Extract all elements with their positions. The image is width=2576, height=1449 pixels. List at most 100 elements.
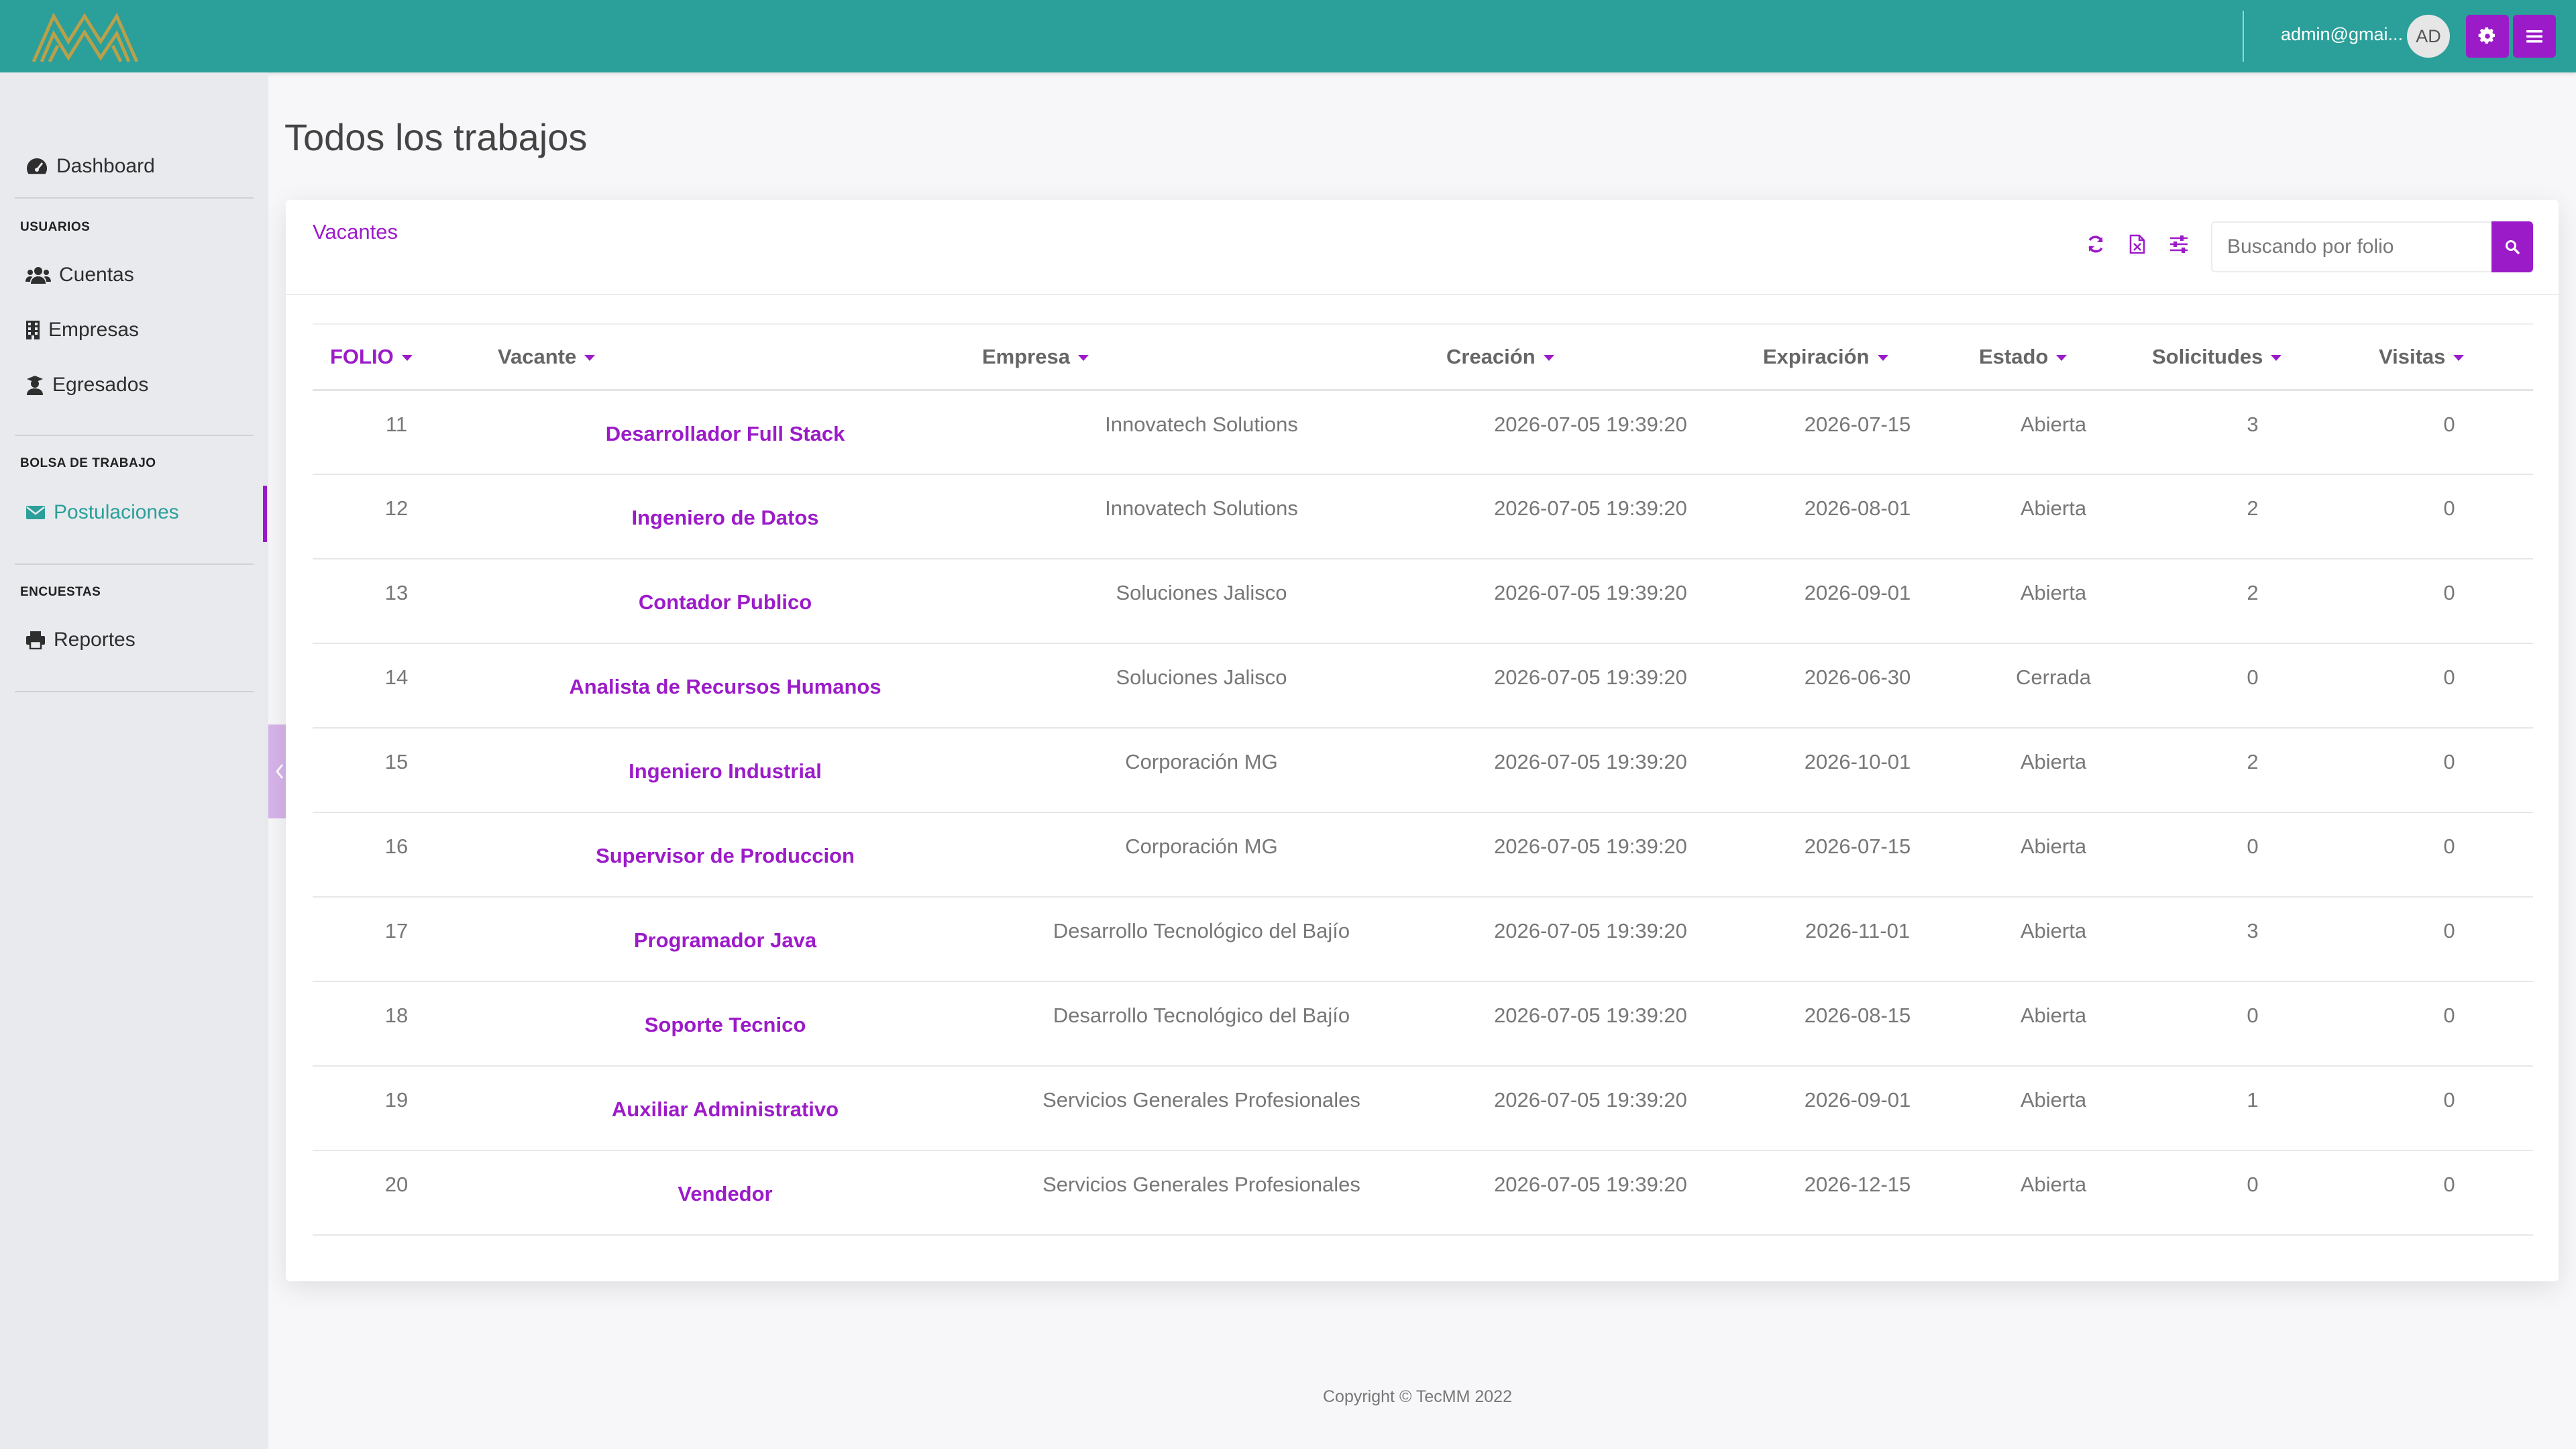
table-row: 20 Vendedor Servicios Generales Profesio… [313,1150,2533,1236]
cell-folio: 18 [313,981,480,1067]
sidebar-divider [15,197,254,199]
col-header-folio[interactable]: FOLIO [313,323,480,391]
cell-empresa: Desarrollo Tecnológico del Bajío [970,981,1433,1067]
vacante-link[interactable]: Supervisor de Produccion [480,835,970,868]
vacante-link[interactable]: Programador Java [480,919,970,953]
cell-creacion: 2026-07-05 19:39:20 [1433,1066,1748,1151]
vacante-link[interactable]: Vendedor [480,1173,970,1206]
vacante-link[interactable]: Analista de Recursos Humanos [480,665,970,699]
filter-sliders-icon [2170,235,2188,253]
cell-visitas: 0 [2365,812,2533,898]
cell-visitas: 0 [2365,1150,2533,1236]
cell-creacion: 2026-07-05 19:39:20 [1433,812,1748,898]
export-button[interactable] [2124,231,2151,258]
cell-expiracion: 2026-09-01 [1748,559,1967,644]
sidebar-item-cuentas[interactable]: Cuentas [25,255,134,295]
page-title: Todos los trabajos [284,116,588,158]
table-header-row: FOLIO Vacante Empresa Creación Expiració… [313,323,2533,391]
cell-visitas: 0 [2365,1066,2533,1151]
graduate-icon [27,376,43,395]
caret-down-icon [2271,355,2282,362]
cell-solicitudes: 0 [2140,1150,2365,1236]
user-name[interactable]: admin@gmai... [2281,24,2403,45]
caret-down-icon [2453,355,2465,362]
vacante-link[interactable]: Auxiliar Administrativo [480,1088,970,1122]
col-header-creacion[interactable]: Creación [1433,323,1748,391]
settings-button[interactable] [2466,15,2509,58]
cell-empresa: Soluciones Jalisco [970,643,1433,729]
col-header-estado[interactable]: Estado [1967,323,2140,391]
filter-button[interactable] [2165,231,2192,258]
sidebar-item-postulaciones[interactable]: Postulaciones [25,492,179,533]
sidebar-item-label: Cuentas [59,264,134,286]
sidebar-item-label: Empresas [48,319,140,341]
cell-solicitudes: 3 [2140,897,2365,982]
cell-folio: 15 [313,728,480,813]
cell-empresa: Corporación MG [970,728,1433,813]
vacante-link[interactable]: Contador Publico [480,581,970,614]
logo-icon[interactable] [31,8,140,64]
cell-creacion: 2026-07-05 19:39:20 [1433,390,1748,475]
cell-creacion: 2026-07-05 19:39:20 [1433,1150,1748,1236]
hamburger-icon [2526,30,2542,43]
cell-solicitudes: 0 [2140,643,2365,729]
caret-down-icon [1877,355,1888,362]
sidebar-item-reportes[interactable]: Reportes [25,620,136,660]
cell-expiracion: 2026-07-15 [1748,390,1967,475]
col-header-empresa[interactable]: Empresa [970,323,1433,391]
cell-folio: 12 [313,474,480,559]
menu-button[interactable] [2513,15,2556,58]
table-row: 16 Supervisor de Produccion Corporación … [313,812,2533,898]
gear-icon [2478,27,2496,44]
sidebar: Dashboard USUARIOS Cuentas Empresas Egre… [0,72,268,1449]
cell-visitas: 0 [2365,981,2533,1067]
sidebar-item-empresas[interactable]: Empresas [25,310,139,350]
card-header: Vacantes [286,200,2559,295]
table-row: 15 Ingeniero Industrial Corporación MG 2… [313,728,2533,813]
vacantes-card: Vacantes Buscando por folio FOLIO Vacant… [286,200,2559,1281]
table-row: 19 Auxiliar Administrativo Servicios Gen… [313,1066,2533,1151]
vacante-link[interactable]: Soporte Tecnico [480,1004,970,1037]
cell-estado: Abierta [1967,812,2140,898]
cell-expiracion: 2026-09-01 [1748,1066,1967,1151]
cell-folio: 19 [313,1066,480,1151]
sidebar-item-label: Dashboard [56,155,155,177]
cell-expiracion: 2026-12-15 [1748,1150,1967,1236]
vacante-link[interactable]: Desarrollador Full Stack [480,413,970,446]
cell-expiracion: 2026-06-30 [1748,643,1967,729]
cell-expiracion: 2026-11-01 [1748,897,1967,982]
search-button[interactable] [2491,221,2533,272]
table-body: 11 Desarrollador Full Stack Innovatech S… [313,390,2533,1236]
cell-folio: 11 [313,390,480,475]
cell-solicitudes: 2 [2140,559,2365,644]
col-header-visitas[interactable]: Visitas [2365,323,2533,391]
refresh-icon [2088,235,2103,253]
search-input[interactable] [2211,221,2509,272]
cell-folio: 14 [313,643,480,729]
cell-creacion: 2026-07-05 19:39:20 [1433,897,1748,982]
export-file-icon [2129,234,2145,254]
refresh-button[interactable] [2082,231,2109,258]
users-icon [25,267,51,284]
cell-creacion: 2026-07-05 19:39:20 [1433,728,1748,813]
col-header-vacante[interactable]: Vacante [480,323,970,391]
avatar[interactable]: AD [2407,15,2450,58]
caret-down-icon [401,355,413,362]
vacante-link[interactable]: Ingeniero Industrial [480,750,970,784]
cell-solicitudes: 2 [2140,474,2365,559]
col-header-expiracion[interactable]: Expiración [1748,323,1967,391]
cell-solicitudes: 0 [2140,981,2365,1067]
footer-copyright: Copyright © TecMM 2022 [1323,1387,1512,1406]
sidebar-divider [15,691,254,692]
cell-empresa: Corporación MG [970,812,1433,898]
vacantes-table: FOLIO Vacante Empresa Creación Expiració… [313,323,2533,1236]
cell-estado: Abierta [1967,474,2140,559]
cell-expiracion: 2026-07-15 [1748,812,1967,898]
sidebar-item-dashboard[interactable]: Dashboard [25,146,155,186]
col-header-solicitudes[interactable]: Solicitudes [2140,323,2365,391]
cell-estado: Abierta [1967,390,2140,475]
table-row: 12 Ingeniero de Datos Innovatech Solutio… [313,474,2533,559]
sidebar-item-egresados[interactable]: Egresados [25,365,148,405]
search-icon [2506,240,2520,254]
vacante-link[interactable]: Ingeniero de Datos [480,496,970,530]
